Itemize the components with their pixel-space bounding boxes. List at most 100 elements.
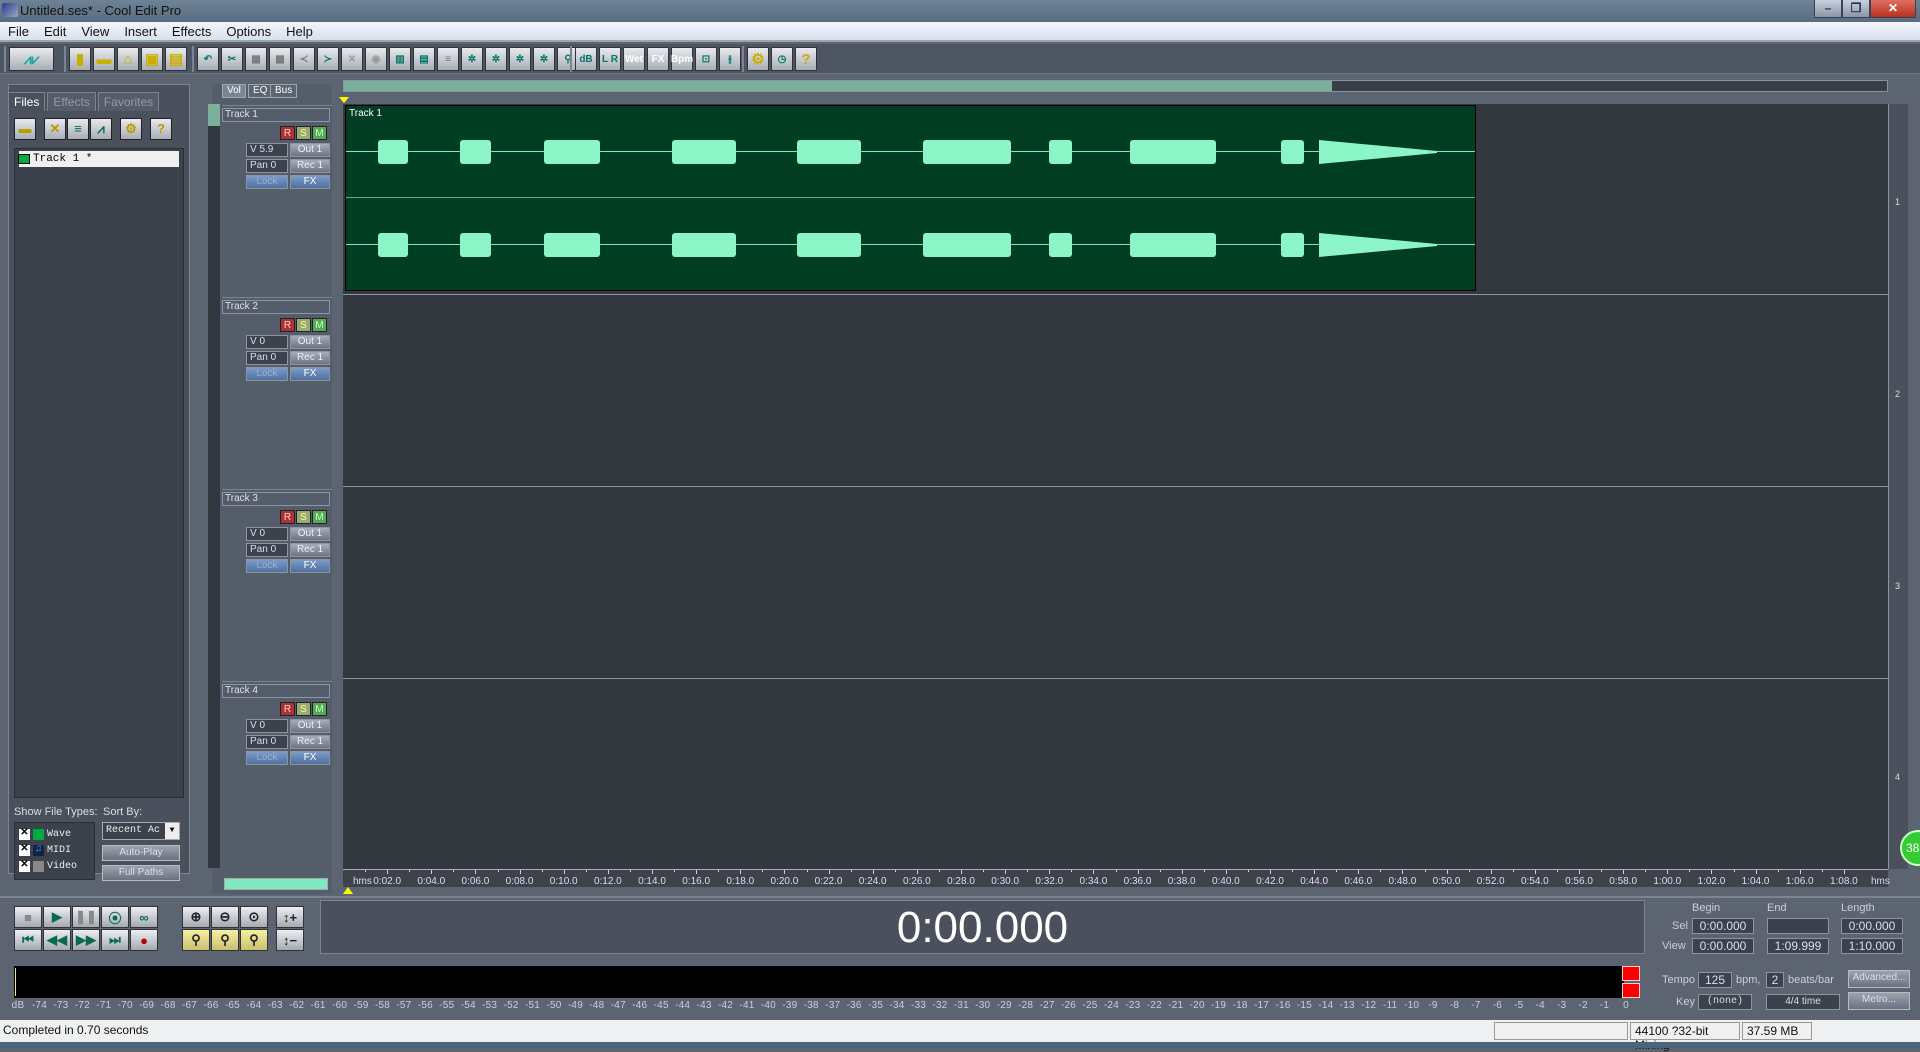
wet-icon[interactable]: Wet — [623, 47, 645, 71]
pan-field[interactable]: Pan 0 — [246, 351, 288, 365]
undo-icon[interactable]: ↶ — [197, 47, 219, 71]
tab-effects[interactable]: Effects — [47, 92, 96, 111]
fast-forward-button[interactable]: ▶▶ — [72, 929, 100, 951]
record-input-button[interactable]: Rec 1 — [290, 543, 330, 557]
tab-bus[interactable]: Bus — [270, 84, 298, 98]
link-icon[interactable]: ⊡ — [695, 47, 717, 71]
save-all-icon[interactable]: ▤ — [165, 47, 187, 71]
new-session-icon[interactable]: ▮ — [69, 47, 91, 71]
vertical-scrollbar[interactable] — [208, 104, 220, 868]
open-folder-icon[interactable]: ▬ — [93, 47, 115, 71]
record-input-button[interactable]: Rec 1 — [290, 159, 330, 173]
solo-button[interactable]: S — [296, 126, 311, 140]
loop-button[interactable]: ∞ — [130, 906, 158, 928]
restore-button[interactable]: ❐ — [1842, 0, 1870, 18]
insert-wave-icon[interactable]: ⩘ — [90, 118, 112, 140]
close-file-icon[interactable]: ✕ — [44, 118, 66, 140]
pan-field[interactable]: Pan 0 — [246, 735, 288, 749]
track-lane-2[interactable] — [343, 295, 1888, 487]
rewind-button[interactable]: ◀◀ — [43, 929, 71, 951]
beats-field[interactable]: 2 — [1766, 972, 1784, 988]
open-file-icon[interactable]: ▬ — [14, 118, 36, 140]
sel-begin-field[interactable]: 0:00.000 — [1692, 918, 1754, 934]
pan-field[interactable]: Pan 0 — [246, 543, 288, 557]
track-lane-4[interactable] — [343, 679, 1888, 869]
file-options-icon[interactable]: ⚙ — [120, 118, 142, 140]
db-icon[interactable]: dB — [575, 47, 597, 71]
fx-1-icon[interactable]: ✲ — [461, 47, 483, 71]
sel-length-field[interactable]: 0:00.000 — [1841, 918, 1903, 934]
menu-options[interactable]: Options — [218, 22, 278, 39]
record-arm-button[interactable]: R — [280, 510, 295, 524]
solo-button[interactable]: S — [296, 702, 311, 716]
close-button[interactable]: ✕ — [1870, 0, 1916, 18]
metronome-button[interactable]: Metro... — [1848, 992, 1910, 1010]
file-type-midi[interactable]: ✕ ♫ MIDI — [19, 842, 71, 858]
tab-files[interactable]: Files — [8, 92, 46, 111]
output-button[interactable]: Out 1 — [290, 719, 330, 733]
clip-indicator-right[interactable] — [1622, 983, 1640, 998]
track-name-field[interactable]: Track 4 — [222, 684, 330, 698]
time-ruler[interactable]: hms hms 0:02.0 0:04.0 0:06.0 0:08.0 0:10.0 0:… — [343, 869, 1890, 887]
track-name-field[interactable]: Track 2 — [222, 300, 330, 314]
mute-button[interactable]: M — [312, 510, 327, 524]
loop-icon[interactable]: ◉ — [365, 47, 387, 71]
menu-effects[interactable]: Effects — [164, 22, 219, 39]
go-to-start-button[interactable]: ⏮ — [14, 929, 42, 951]
file-type-video[interactable]: ✕ Video — [19, 858, 77, 874]
track-name-field[interactable]: Track 1 — [222, 108, 330, 122]
record-button[interactable]: ● — [130, 929, 158, 951]
mute-button[interactable]: M — [312, 126, 327, 140]
key-select[interactable]: (none) — [1698, 994, 1752, 1010]
checkbox-icon[interactable]: ✕ — [19, 860, 30, 872]
lock-button[interactable]: Lock — [246, 367, 288, 381]
fx-button[interactable]: FX — [290, 175, 330, 189]
advanced-button[interactable]: Advanced... — [1848, 970, 1910, 988]
menu-file[interactable]: File — [0, 22, 36, 39]
checkbox-icon[interactable]: ✕ — [19, 828, 30, 840]
track-lane-1[interactable]: Track 1 — [343, 104, 1888, 295]
clip-indicator-left[interactable] — [1622, 966, 1640, 981]
track-lane-3[interactable] — [343, 487, 1888, 679]
zoom-left-icon[interactable]: ⚲ — [211, 929, 239, 951]
playhead-marker[interactable] — [343, 887, 353, 894]
sel-end-field[interactable] — [1767, 918, 1829, 934]
view-length-field[interactable]: 1:10.000 — [1841, 938, 1903, 954]
record-arm-button[interactable]: R — [280, 702, 295, 716]
bpm-icon[interactable]: Bpm — [671, 47, 693, 71]
vertical-zoom-in-icon[interactable]: ↕+ — [276, 906, 304, 928]
fx-4-icon[interactable]: ✲ — [533, 47, 555, 71]
solo-button[interactable]: S — [296, 510, 311, 524]
mute-button[interactable]: M — [312, 702, 327, 716]
waveform-view-button[interactable]: ⩘⩗ — [9, 47, 54, 71]
pan-field[interactable]: Pan 0 — [246, 159, 288, 173]
stop-button[interactable]: ■ — [14, 906, 42, 928]
zoom-right-icon[interactable]: ⚲ — [240, 929, 268, 951]
fx-button[interactable]: FX — [290, 751, 330, 765]
pause-button[interactable]: ❚❚ — [72, 906, 100, 928]
view-begin-field[interactable]: 0:00.000 — [1692, 938, 1754, 954]
volume-field[interactable]: V 0 — [246, 527, 288, 541]
tab-favorites[interactable]: Favorites — [97, 92, 160, 111]
zoom-full-icon[interactable]: ⊙ — [240, 906, 268, 928]
open-append-icon[interactable]: ⌂ — [117, 47, 139, 71]
menu-insert[interactable]: Insert — [116, 22, 164, 39]
overview-visible-range[interactable] — [344, 81, 1332, 91]
tempo-field[interactable]: 125 — [1698, 972, 1732, 988]
lock-button[interactable]: Lock — [246, 175, 288, 189]
pan-icon[interactable]: L R — [599, 47, 621, 71]
auto-play-button[interactable]: Auto-Play — [102, 845, 180, 861]
fx-3-icon[interactable]: ✲ — [509, 47, 531, 71]
zoom-in-icon[interactable]: ⊕ — [182, 906, 210, 928]
checkbox-icon[interactable]: ✕ — [19, 844, 30, 856]
tracks-group-icon[interactable]: ≡ — [437, 47, 459, 71]
lock-icon[interactable]: ▤ — [413, 47, 435, 71]
help-icon[interactable]: ? — [795, 47, 817, 71]
sort-by-select[interactable]: Recent Ac ▼ — [102, 822, 180, 840]
volume-field[interactable]: V 0 — [246, 719, 288, 733]
punch-icon[interactable]: ▩ — [269, 47, 291, 71]
fx-button[interactable]: FX — [290, 367, 330, 381]
insert-into-session-icon[interactable]: ≡ — [67, 118, 89, 140]
record-input-button[interactable]: Rec 1 — [290, 735, 330, 749]
minimize-button[interactable]: – — [1814, 0, 1842, 18]
